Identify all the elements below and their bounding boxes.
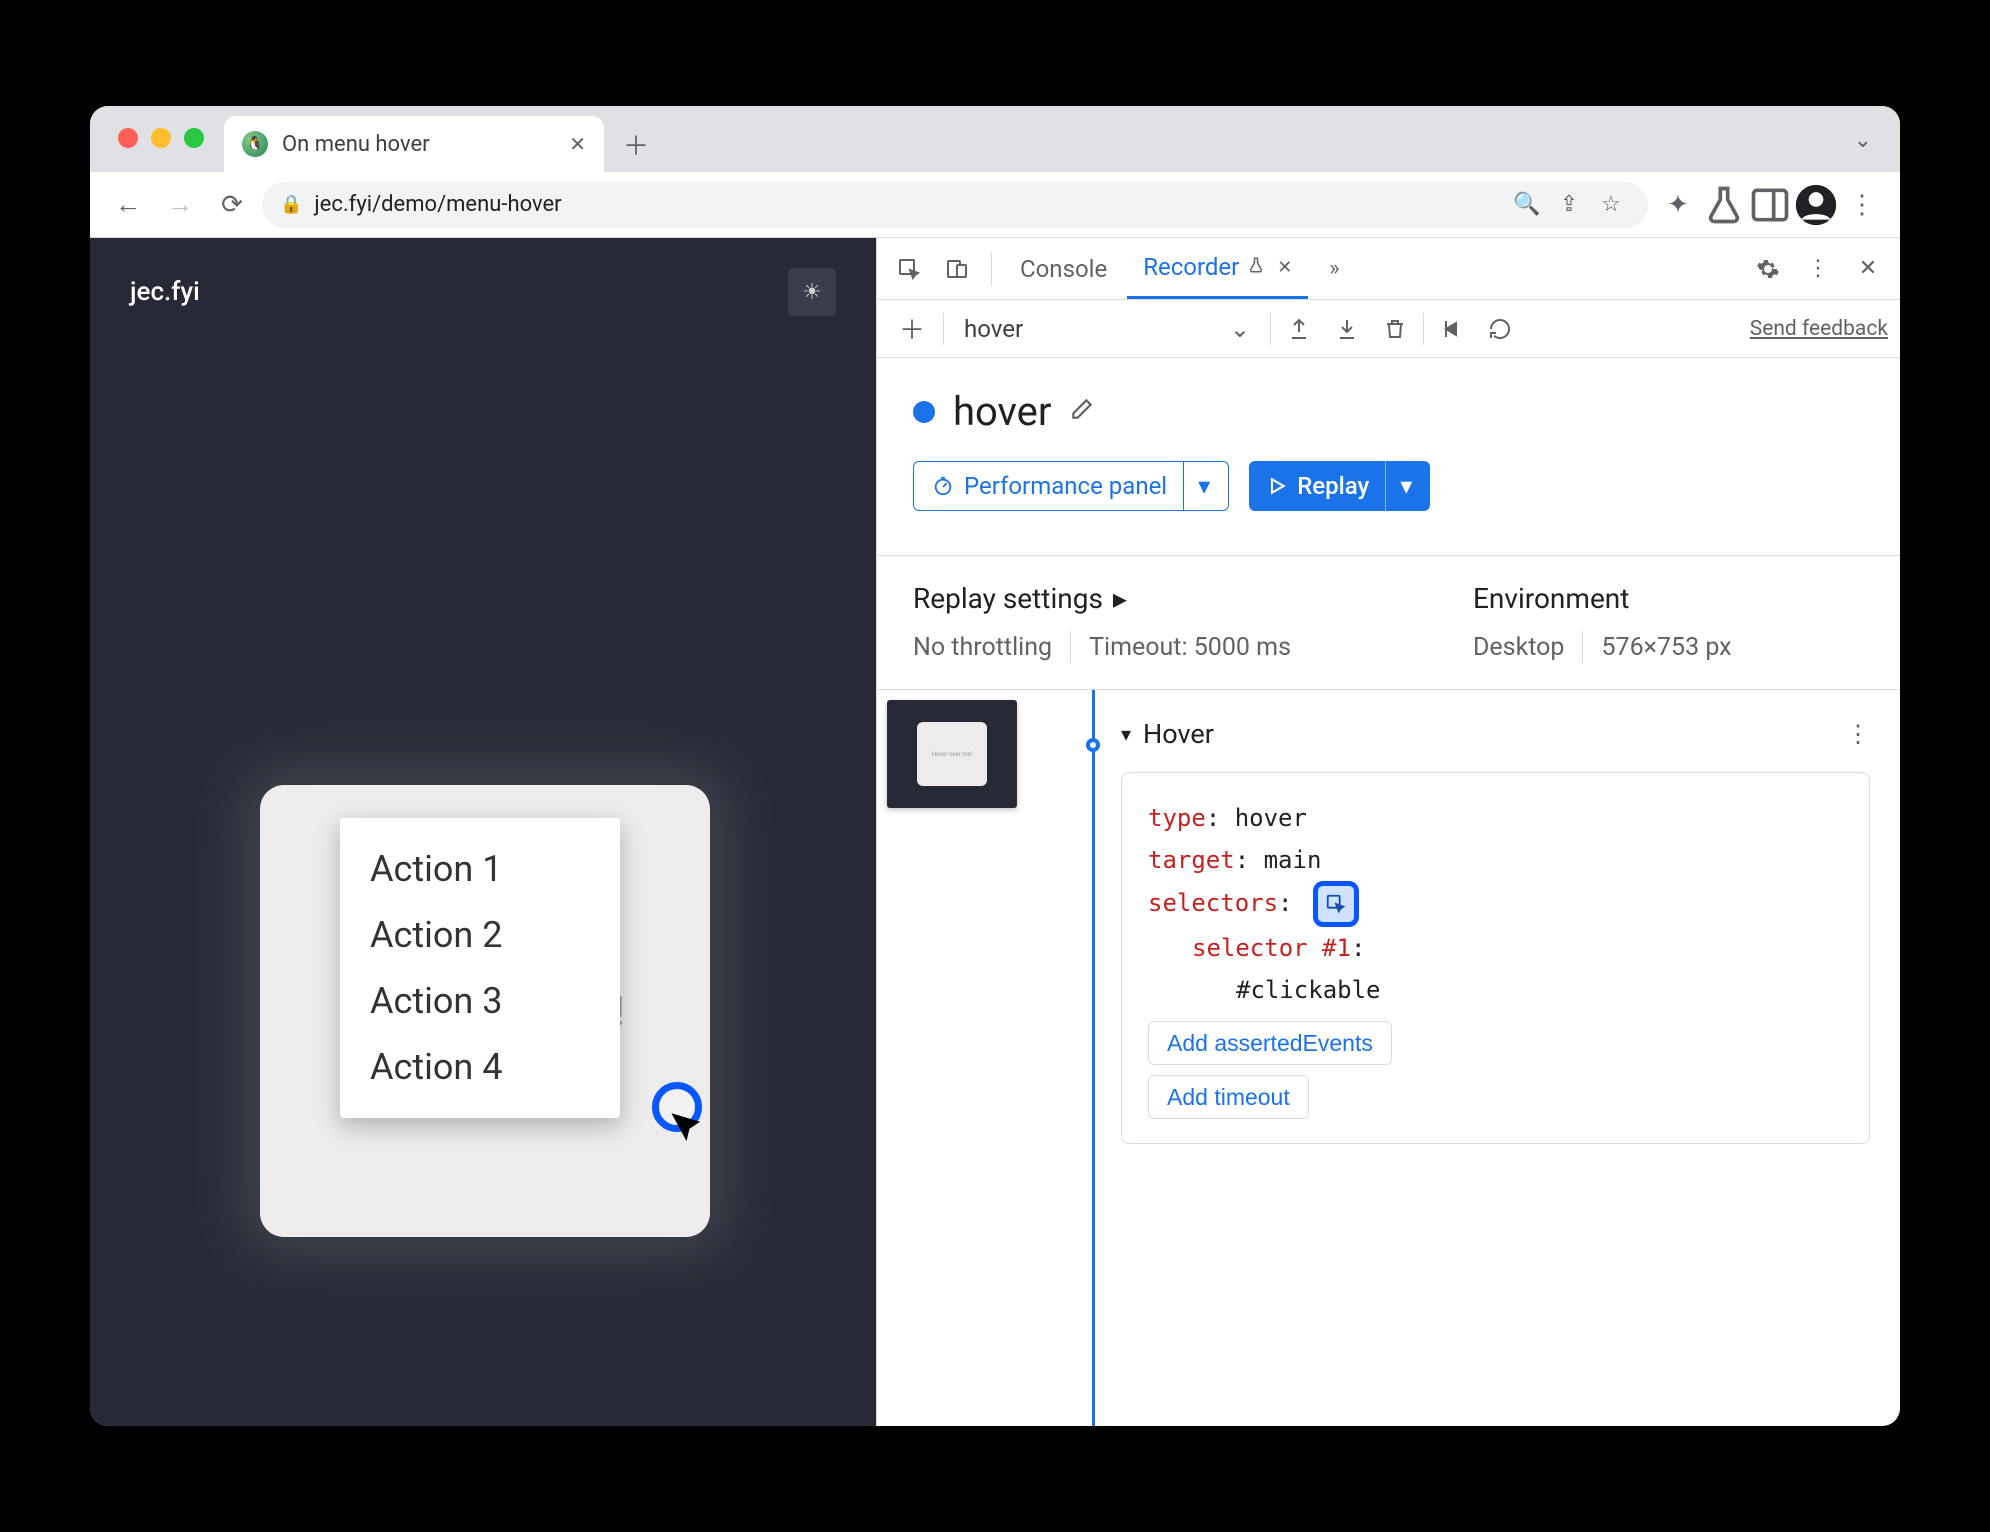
lock-icon: 🔒 [280,194,302,215]
thumb-text: Hover over me! [932,751,972,758]
prop-value: : main [1235,846,1322,874]
new-tab-button[interactable]: ＋ [614,122,658,166]
add-asserted-events-button[interactable]: Add assertedEvents [1148,1021,1392,1065]
page-viewport: jec.fyi ☀ Hover over me! Action 1 Action… [90,238,876,1426]
reload-button[interactable]: ⟳ [210,183,254,227]
replay-button-label: Replay [1297,472,1369,500]
prop-key: type [1148,804,1206,832]
settings-icon[interactable] [1746,247,1790,291]
caret-down-icon: ▾ [1121,722,1131,746]
recording-dot-icon [913,401,935,423]
site-title: jec.fyi [130,277,200,307]
labs-icon[interactable] [1702,183,1746,227]
share-icon[interactable]: ⇪ [1550,186,1588,224]
timeout-value: Timeout: 5000 ms [1089,633,1291,662]
zoom-icon[interactable]: 🔍 [1508,186,1546,224]
timeline-dot-icon [1086,738,1100,752]
selector-value[interactable]: #clickable [1236,976,1381,1004]
delete-icon[interactable] [1375,307,1415,351]
tab-recorder-label: Recorder [1143,253,1239,281]
close-tab-icon[interactable]: ✕ [569,132,586,156]
recording-title-row: hover [913,388,1864,435]
prop-key: selectors [1148,889,1278,917]
chevron-down-icon: ⌄ [1230,315,1250,343]
menu-item[interactable]: Action 4 [340,1034,620,1100]
menu-item[interactable]: Action 2 [340,902,620,968]
device-value: Desktop [1473,633,1564,662]
performance-panel-label: Performance panel [964,472,1167,500]
prop-key: selector #1 [1192,934,1351,962]
browser-tab[interactable]: 🐧 On menu hover ✕ [224,116,604,172]
step-header[interactable]: ▾ Hover ⋮ [1121,718,1870,750]
forward-button[interactable]: → [158,183,202,227]
browser-menu-icon[interactable]: ⋮ [1840,183,1884,227]
replay-settings-row: Replay settings ▸ No throttling Timeout:… [877,555,1900,690]
tab-console[interactable]: Console [1004,239,1123,299]
browser-window: 🐧 On menu hover ✕ ＋ ⌄ ← → ⟳ 🔒 jec.fyi/de… [90,106,1900,1426]
close-window-icon[interactable] [118,128,138,148]
address-bar: ← → ⟳ 🔒 jec.fyi/demo/menu-hover 🔍 ⇪ ☆ ✦ … [90,172,1900,238]
send-feedback-link[interactable]: Send feedback [1750,317,1888,341]
url-text: jec.fyi/demo/menu-hover [314,192,561,217]
export-icon[interactable] [1279,307,1319,351]
recording-select-value: hover [964,315,1023,343]
recorder-toolbar: ＋ hover ⌄ [877,300,1900,358]
devtools-panel: Console Recorder ✕ » ⋮ ✕ [876,238,1900,1426]
chevron-down-icon[interactable]: ▾ [1183,462,1210,510]
viewport-value: 576×753 px [1601,633,1731,662]
recording-title: hover [953,388,1051,435]
theme-toggle-button[interactable]: ☀ [788,268,836,316]
inspect-element-icon[interactable] [887,247,931,291]
tab-list-caret-icon[interactable]: ⌄ [1854,128,1872,153]
import-icon[interactable] [1327,307,1367,351]
prop-value: : hover [1206,804,1307,832]
step-details: type: hover target: main selectors: sele… [1121,772,1870,1144]
tab-strip: 🐧 On menu hover ✕ ＋ ⌄ [90,106,1900,172]
tab-console-label: Console [1020,255,1107,283]
environment-header: Environment [1473,582,1732,615]
step-over-icon[interactable] [1432,307,1472,351]
close-tab-icon[interactable]: ✕ [1277,257,1292,278]
sidepanel-icon[interactable] [1748,183,1792,227]
step-menu-icon[interactable]: ⋮ [1846,720,1870,748]
menu-item[interactable]: Action 3 [340,968,620,1034]
zoom-window-icon[interactable] [184,128,204,148]
step-name: Hover [1143,718,1214,750]
profile-avatar[interactable] [1794,183,1838,227]
replay-loop-icon[interactable] [1480,307,1520,351]
minimize-window-icon[interactable] [151,128,171,148]
chevron-down-icon[interactable]: ▾ [1385,461,1412,511]
back-button[interactable]: ← [106,183,150,227]
window-controls [118,128,204,148]
performance-panel-button[interactable]: Performance panel ▾ [913,461,1229,511]
close-devtools-icon[interactable]: ✕ [1846,247,1890,291]
selector-picker-button[interactable] [1313,881,1359,927]
more-tabs-icon[interactable]: » [1312,247,1356,291]
popup-menu: Action 1 Action 2 Action 3 Action 4 [340,818,620,1118]
bookmark-icon[interactable]: ☆ [1592,186,1630,224]
menu-item[interactable]: Action 1 [340,836,620,902]
timeline-rail [1077,690,1109,1426]
recording-select[interactable]: hover ⌄ [952,309,1262,349]
new-recording-button[interactable]: ＋ [889,310,935,347]
omnibox[interactable]: 🔒 jec.fyi/demo/menu-hover 🔍 ⇪ ☆ [262,182,1648,228]
prop-key: target [1148,846,1235,874]
replay-settings-header[interactable]: Replay settings ▸ [913,582,1473,615]
step-thumbnail[interactable]: Hover over me! [887,700,1017,808]
tab-title: On menu hover [282,132,555,157]
flask-icon [1247,255,1265,279]
device-toolbar-icon[interactable] [935,247,979,291]
edit-title-icon[interactable] [1069,396,1095,428]
devtools-tab-bar: Console Recorder ✕ » ⋮ ✕ [877,238,1900,300]
add-timeout-button[interactable]: Add timeout [1148,1075,1309,1119]
replay-button[interactable]: Replay ▾ [1249,461,1430,511]
caret-right-icon: ▸ [1113,582,1127,615]
extensions-icon[interactable]: ✦ [1656,183,1700,227]
throttle-value: No throttling [913,633,1052,662]
tab-recorder[interactable]: Recorder ✕ [1127,239,1308,299]
tab-favicon: 🐧 [242,131,268,157]
kebab-menu-icon[interactable]: ⋮ [1796,247,1840,291]
